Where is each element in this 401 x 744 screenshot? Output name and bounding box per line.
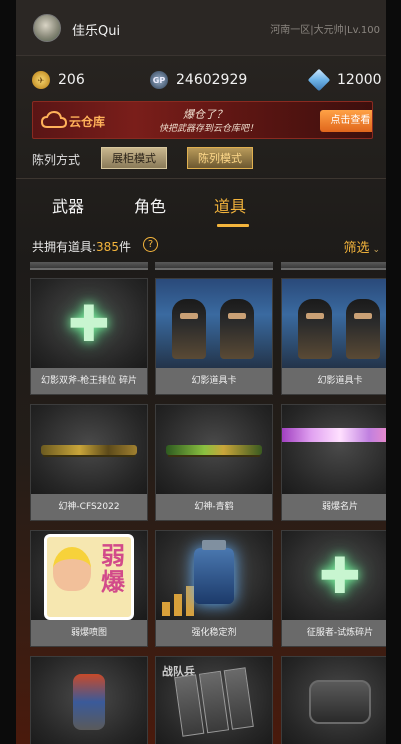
diamond-icon	[307, 68, 331, 92]
item-card[interactable]: 幻影道具卡	[281, 278, 386, 395]
item-card[interactable]: ✚ 幻影双斧-枪王排位 碎片	[30, 278, 148, 395]
avatar[interactable]	[33, 14, 61, 42]
item-image: 弱爆	[31, 531, 147, 620]
server-info: 河南一区|大元帅|Lv.100	[270, 25, 380, 36]
item-card[interactable]	[281, 656, 386, 744]
banner-subtitle-2: 快把武器存到云仓库吧！	[159, 124, 259, 134]
bag-icon	[309, 679, 371, 724]
cloud-icon	[41, 111, 67, 128]
stabilizer-bottle-icon	[194, 539, 234, 604]
item-name: 征服者-试炼碎片	[282, 620, 386, 646]
cloud-storage-banner[interactable]: 云仓库 爆仓了？ 快把武器存到云仓库吧！ 点击查看 ›	[32, 101, 373, 139]
item-card[interactable]: 弱爆名片	[281, 404, 386, 521]
filter-button[interactable]: 筛选 ⌄	[343, 237, 380, 256]
soldier-card-icon	[282, 279, 386, 368]
item-name: 弱爆名片	[282, 494, 386, 520]
active-tab-indicator	[217, 224, 249, 227]
gem-amount: 12000	[337, 72, 382, 88]
item-name: 幻神-青鹤	[156, 494, 272, 520]
gp-balance: GP 24602929	[150, 68, 247, 92]
gp-coin-icon: GP	[150, 71, 168, 89]
list-item-partial[interactable]	[30, 262, 148, 270]
tab-characters[interactable]: 角色	[134, 193, 166, 217]
item-name: 幻影道具卡	[282, 368, 386, 394]
gem-balance: 12000 +	[307, 68, 386, 92]
item-count-label: 共拥有道具:	[32, 240, 97, 254]
item-image: 战队兵	[156, 657, 272, 744]
item-card[interactable]: ✚ 征服者-试炼碎片	[281, 530, 386, 647]
list-item-partial[interactable]	[155, 262, 273, 270]
item-card[interactable]: 强化稳定剂	[155, 530, 273, 647]
list-item-partial[interactable]	[281, 262, 386, 270]
help-icon[interactable]: ?	[143, 237, 158, 252]
filter-label: 筛选	[343, 241, 370, 256]
spray-text: 弱爆	[101, 541, 125, 596]
tab-items[interactable]: 道具	[214, 193, 246, 217]
item-count-number: 385	[96, 240, 119, 254]
display-mode-label: 陈列方式	[32, 153, 81, 167]
item-card[interactable]	[30, 656, 148, 744]
item-name: 幻神-CFS2022	[31, 494, 147, 520]
item-name: 幻影双斧-枪王排位 碎片	[31, 368, 147, 394]
gp-amount: 24602929	[176, 72, 248, 88]
divider	[16, 178, 386, 179]
item-card[interactable]: 战队兵	[155, 656, 273, 744]
item-card[interactable]: 幻影道具卡	[155, 278, 273, 395]
item-count-unit: 件	[118, 240, 131, 254]
gold-balance: ✈ 206	[32, 68, 85, 92]
namecard-icon	[282, 427, 386, 442]
gold-coin-icon: ✈	[32, 71, 50, 89]
item-image: ✚	[31, 279, 147, 368]
app-frame: 佳乐Qui 河南一区|大元帅|Lv.100 ✈ 206 GP 24602929 …	[16, 0, 386, 744]
tickets-icon	[174, 666, 254, 737]
item-name: 幻影道具卡	[156, 368, 272, 394]
chart-bars-icon	[162, 586, 194, 616]
puzzle-icon: ✚	[319, 546, 361, 605]
robot-icon	[73, 673, 105, 730]
item-image	[156, 531, 272, 620]
item-image	[282, 279, 386, 368]
spray-icon: 弱爆	[44, 533, 134, 620]
item-image: ✚	[282, 531, 386, 620]
display-mode-button[interactable]: 陈列模式	[187, 147, 253, 169]
showcase-mode-button[interactable]: 展柜模式	[101, 147, 167, 169]
tab-weapons[interactable]: 武器	[52, 193, 84, 217]
chevron-down-icon: ⌄	[372, 245, 380, 255]
item-image	[31, 657, 147, 744]
view-cloud-storage-button[interactable]: 点击查看 ›	[320, 110, 372, 132]
banner-title: 云仓库	[69, 115, 106, 129]
item-card[interactable]: 幻神-CFS2022	[30, 404, 148, 521]
username: 佳乐Qui	[72, 24, 121, 39]
banner-subtitle: 爆仓了？	[183, 108, 227, 121]
rifle-icon	[41, 444, 137, 455]
rifle-icon	[166, 444, 262, 455]
profile-header: 佳乐Qui 河南一区|大元帅|Lv.100	[16, 0, 386, 56]
item-name: 弱爆喷图	[31, 620, 147, 646]
item-image	[156, 405, 272, 494]
item-card[interactable]: 幻神-青鹤	[155, 404, 273, 521]
item-image	[282, 405, 386, 494]
item-count: 共拥有道具:385件	[32, 238, 131, 255]
puzzle-icon: ✚	[68, 294, 110, 353]
item-image	[282, 657, 386, 744]
item-card[interactable]: 弱爆 弱爆喷图	[30, 530, 148, 647]
gold-amount: 206	[58, 72, 85, 88]
item-image	[156, 279, 272, 368]
item-name: 强化稳定剂	[156, 620, 272, 646]
soldier-card-icon	[156, 279, 272, 368]
item-image	[31, 405, 147, 494]
